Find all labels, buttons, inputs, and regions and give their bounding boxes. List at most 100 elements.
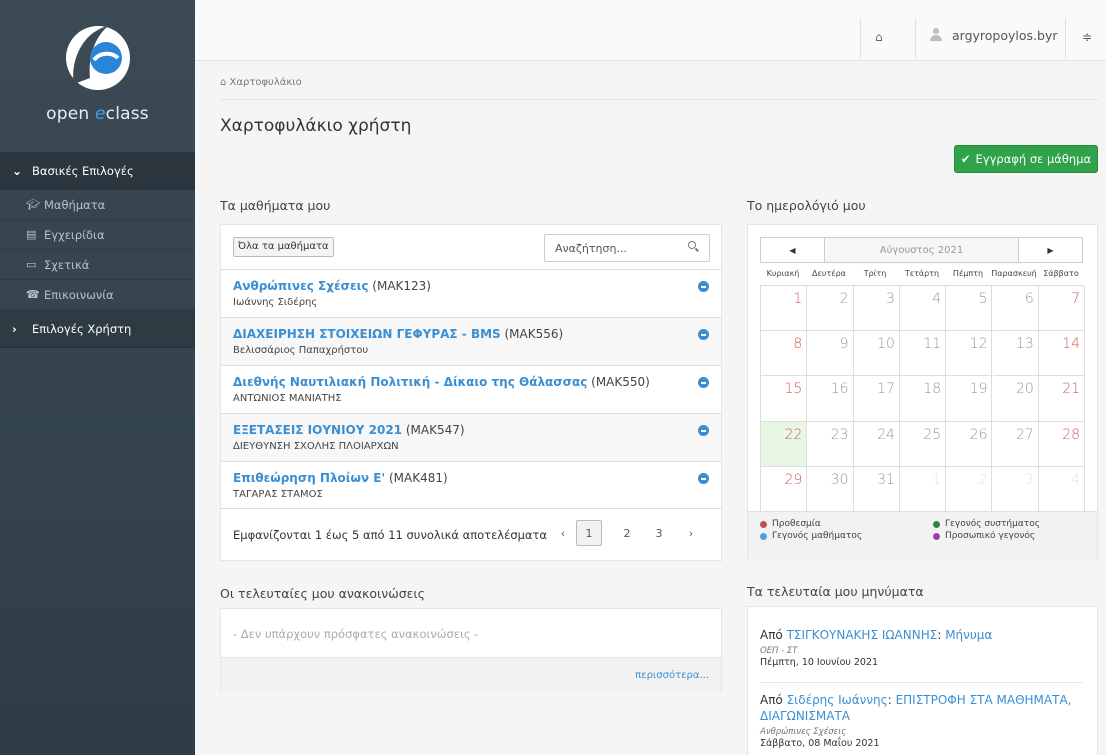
- courses-panel: Όλα τα μαθήματα Ανθρώπινες Σχέσεις (MAK1…: [220, 224, 722, 561]
- logo[interactable]: open eclass: [0, 0, 195, 152]
- enroll-course-label: Εγγραφή σε μάθημα: [975, 152, 1092, 166]
- calendar-day[interactable]: 23: [807, 421, 854, 467]
- calendar-day[interactable]: 5: [946, 286, 993, 332]
- calendar-day[interactable]: 25: [899, 421, 947, 467]
- calendar-day[interactable]: 14: [1038, 331, 1086, 377]
- calendar-day[interactable]: 10: [853, 331, 900, 377]
- legend-item: Προθεσμία: [760, 519, 821, 529]
- calendar-day[interactable]: 12: [946, 331, 993, 377]
- legend-dot: [933, 520, 940, 528]
- course-row: ΔΙΑΧΕΙΡΗΣΗ ΣΤΟΙΧΕΙΩΝ ΓΕΦΥΡΑΣ - BMS (MAK5…: [221, 317, 721, 365]
- calendar-day[interactable]: 6: [992, 286, 1039, 332]
- menu-section-basic-label: Βασικές Επιλογές: [32, 164, 134, 178]
- menu-section-basic[interactable]: ⌄ Βασικές Επιλογές: [0, 152, 195, 190]
- calendar-day[interactable]: 28: [1038, 421, 1086, 467]
- calendar-day[interactable]: 24: [853, 421, 900, 467]
- pagination-prev[interactable]: ‹: [552, 520, 574, 546]
- calendar-day[interactable]: 16: [807, 376, 854, 422]
- calendar-day[interactable]: 9: [807, 331, 854, 377]
- search-input[interactable]: [545, 235, 675, 261]
- weekday-label: Σάββατο: [1043, 269, 1079, 278]
- calendar-day[interactable]: 8: [761, 331, 808, 377]
- calendar-day[interactable]: 13: [992, 331, 1039, 377]
- course-link[interactable]: ΔΙΑΧΕΙΡΗΣΗ ΣΤΟΙΧΕΙΩΝ ΓΕΦΥΡΑΣ - BMS: [233, 327, 501, 341]
- minus-circle-icon[interactable]: [698, 425, 709, 436]
- calendar-day-other-month[interactable]: 3: [992, 466, 1039, 512]
- user-avatar-icon[interactable]: [930, 28, 942, 41]
- weekday-label: Τετάρτη: [904, 269, 940, 278]
- divider: [760, 682, 1083, 683]
- legend-dot: [933, 532, 940, 540]
- calendar-day[interactable]: 2: [807, 286, 854, 332]
- page-title: Χαρτοφυλάκιο χρήστη: [220, 116, 412, 136]
- caret-left-icon: ◀: [789, 245, 796, 255]
- calendar-day-other-month[interactable]: 1: [899, 466, 947, 512]
- pagination-next[interactable]: ›: [680, 520, 702, 546]
- menu-section-user[interactable]: › Επιλογές Χρήστη: [0, 310, 195, 348]
- course-row: ΕΞΕΤΑΣΕΙΣ ΙΟΥΝΙΟΥ 2021 (MAK547) ΔΙΕΥΘΥΝΣ…: [221, 413, 721, 461]
- calendar-day[interactable]: 1: [761, 286, 808, 332]
- calendar-day[interactable]: 17: [853, 376, 900, 422]
- announcements-empty: - Δεν υπάρχουν πρόσφατες ανακοινώσεις -: [233, 627, 479, 641]
- pagination-page-1[interactable]: 1: [576, 520, 602, 546]
- message-separator: :: [887, 693, 896, 707]
- more-announcements-link[interactable]: περισσότερα...: [635, 670, 709, 681]
- calendar-day-other-month[interactable]: 4: [1038, 466, 1086, 512]
- calendar-next-button[interactable]: ▶: [1018, 238, 1082, 262]
- legend-item: Γεγονός συστήματος: [933, 519, 1040, 529]
- message-sender-link[interactable]: Σιδέρης Ιωάννης: [787, 693, 888, 707]
- calendar-day[interactable]: 11: [899, 331, 947, 377]
- weekday-label: Κυριακή: [766, 269, 800, 278]
- course-link[interactable]: Ανθρώπινες Σχέσεις: [233, 279, 368, 293]
- pagination-page-3[interactable]: 3: [648, 520, 670, 546]
- username[interactable]: argyropoylos.byr: [952, 28, 1057, 43]
- announcements-title: Οι τελευταίες μου ανακοινώσεις: [220, 586, 425, 601]
- calendar-day[interactable]: 20: [992, 376, 1039, 422]
- calendar-day[interactable]: 26: [946, 421, 993, 467]
- calendar-day[interactable]: 15: [761, 376, 808, 422]
- calendar-panel: ◀ Αύγουστος 2021 ▶ Κυριακή Δευτέρα Τρίτη…: [747, 224, 1098, 559]
- sidebar-item-manuals[interactable]: ▤ Εγχειρίδια: [0, 220, 195, 250]
- calendar-day[interactable]: 4: [899, 286, 947, 332]
- course-row: Διεθνής Ναυτιλιακή Πολιτική - Δίκαιο της…: [221, 365, 721, 413]
- pagination-page-2[interactable]: 2: [616, 520, 638, 546]
- sidebar-item-contact[interactable]: ☎ Επικοινωνία: [0, 280, 195, 310]
- message-subject-link[interactable]: Μήνυμα: [945, 628, 992, 642]
- minus-circle-icon[interactable]: [698, 473, 709, 484]
- minus-circle-icon[interactable]: [698, 281, 709, 292]
- sidebar-item-label: Μαθήματα: [44, 197, 106, 212]
- minus-circle-icon[interactable]: [698, 377, 709, 388]
- calendar-day[interactable]: 31: [853, 466, 900, 512]
- calendar-day[interactable]: 19: [946, 376, 993, 422]
- home-icon[interactable]: ⌂: [875, 30, 883, 44]
- breadcrumb-current[interactable]: Χαρτοφυλάκιο: [230, 77, 302, 88]
- calendar-day[interactable]: 27: [992, 421, 1039, 467]
- message-separator: :: [937, 628, 946, 642]
- calendar-day[interactable]: 29: [761, 466, 808, 512]
- calendar-day-other-month[interactable]: 2: [946, 466, 993, 512]
- all-courses-button[interactable]: Όλα τα μαθήματα: [233, 237, 334, 257]
- calendar-prev-button[interactable]: ◀: [761, 238, 825, 262]
- sidebar-item-courses[interactable]: 🎓︎ Μαθήματα: [0, 190, 195, 220]
- calendar-day[interactable]: 30: [807, 466, 854, 512]
- message-sender-link[interactable]: ΤΣΙΓΚΟΥΝΑΚΗΣ ΙΩΑΝΝΗΣ: [787, 628, 938, 642]
- weekday-label: Πέμπτη: [952, 269, 984, 278]
- course-link[interactable]: ΕΞΕΤΑΣΕΙΣ ΙΟΥΝΙΟΥ 2021: [233, 423, 402, 437]
- open-eclass-logo-icon: [64, 22, 132, 92]
- calendar-day[interactable]: 21: [1038, 376, 1086, 422]
- legend-label: Προσωπικό γεγονός: [945, 531, 1036, 541]
- calendar-day[interactable]: 18: [899, 376, 947, 422]
- enroll-course-button[interactable]: ✔ Εγγραφή σε μάθημα: [954, 145, 1098, 173]
- search-icon[interactable]: [688, 241, 699, 252]
- minus-circle-icon[interactable]: [698, 329, 709, 340]
- messages-panel: Από ΤΣΙΓΚΟΥΝΑΚΗΣ ΙΩΑΝΝΗΣ: Μήνυμα ΟΕΠ - Σ…: [747, 606, 1098, 755]
- calendar-day[interactable]: 3: [853, 286, 900, 332]
- sidebar-item-about[interactable]: ▭ Σχετικά: [0, 250, 195, 280]
- course-link[interactable]: Διεθνής Ναυτιλιακή Πολιτική - Δίκαιο της…: [233, 375, 587, 389]
- course-teacher: Ιωάννης Σιδέρης: [233, 297, 318, 308]
- calendar-day[interactable]: 7: [1038, 286, 1086, 332]
- sliders-icon[interactable]: ≑: [1082, 30, 1092, 44]
- legend-dot: [760, 532, 767, 540]
- calendar-day[interactable]: 22: [761, 421, 808, 467]
- course-link[interactable]: Επιθεώρηση Πλοίων Ε': [233, 471, 385, 485]
